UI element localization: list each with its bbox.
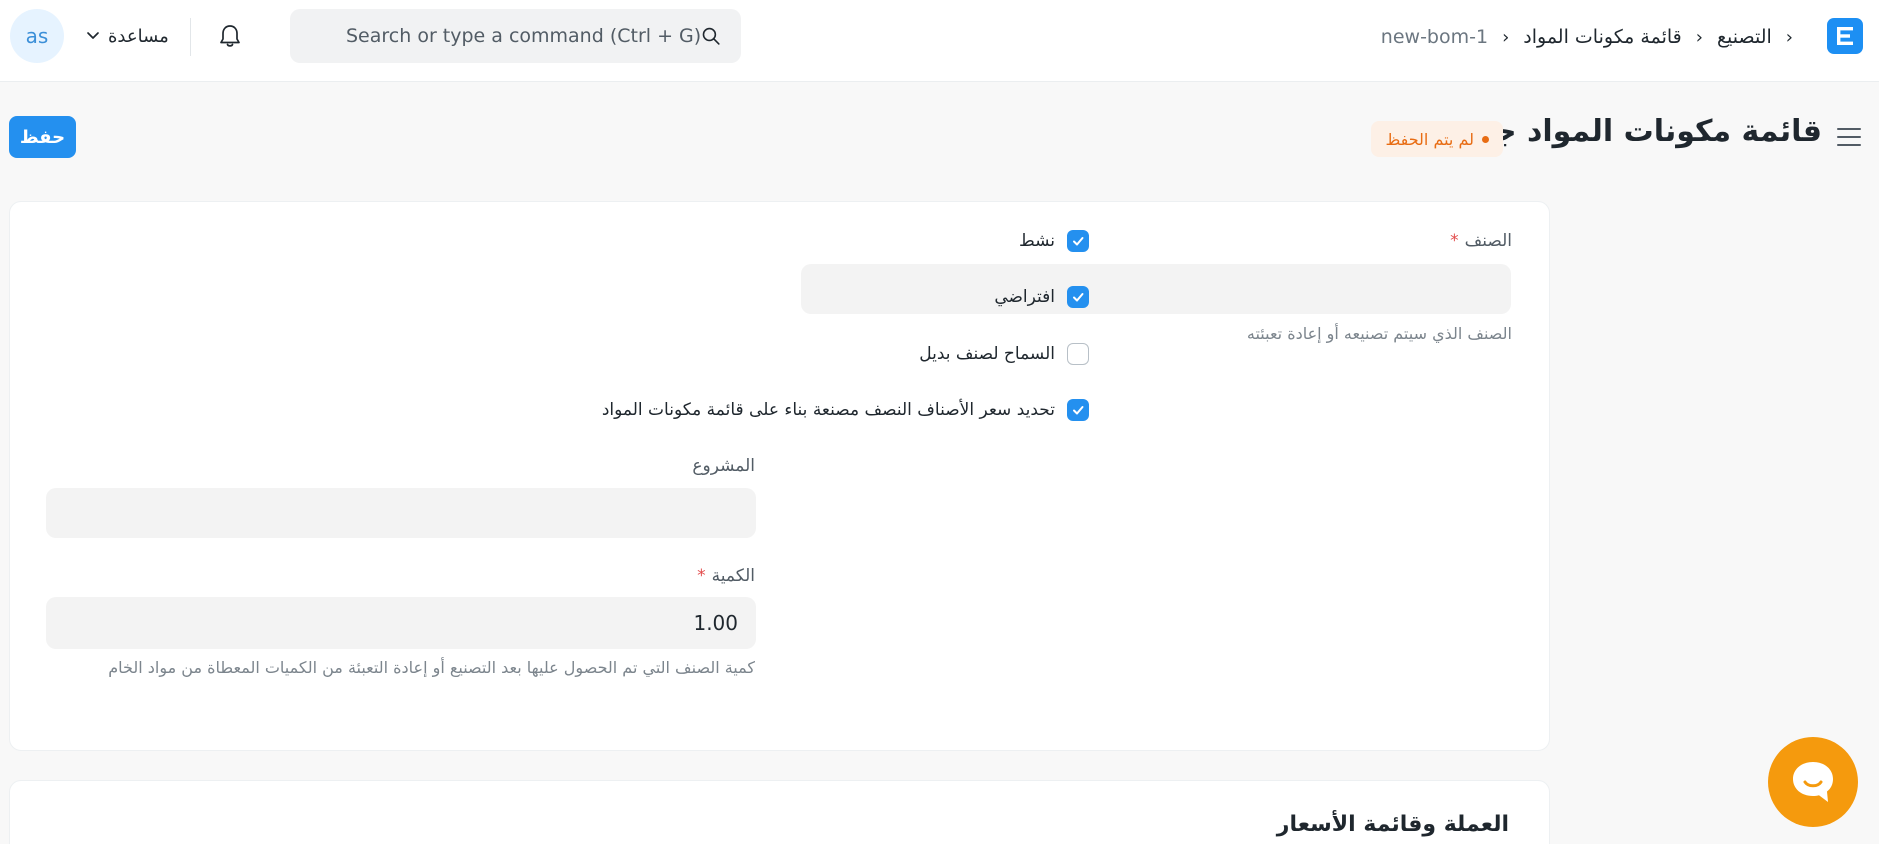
save-button[interactable]: حفظ xyxy=(9,116,76,158)
checkbox-row-active[interactable]: نشط xyxy=(1019,228,1089,254)
checkbox-row-default[interactable]: افتراضي xyxy=(994,284,1089,310)
item-field-description: الصنف الذي سيتم تصنيعه أو إعادة تعبئته xyxy=(1246,324,1512,343)
check-icon xyxy=(1073,237,1084,246)
item-field-label: الصنف* xyxy=(1450,231,1512,251)
default-checkbox-label: افتراضي xyxy=(994,287,1055,307)
quantity-field-label: الكمية* xyxy=(697,566,755,586)
checkbox-row-allow-alternative[interactable]: السماح لصنف بديل xyxy=(919,341,1089,367)
status-dot-icon xyxy=(1482,135,1489,143)
app-logo-icon[interactable] xyxy=(1827,18,1863,54)
project-field-label: المشروع xyxy=(692,456,755,476)
check-icon xyxy=(1073,293,1084,302)
item-label-text: الصنف xyxy=(1464,231,1512,251)
navbar-divider xyxy=(190,18,191,56)
breadcrumb-item-bom-list[interactable]: قائمة مكونات المواد xyxy=(1523,26,1681,48)
help-label: مساعدة xyxy=(108,25,169,47)
help-dropdown[interactable]: مساعدة xyxy=(86,20,169,52)
navbar: › التصنيع › قائمة مكونات المواد › new-bo… xyxy=(0,0,1879,82)
checkbox-row-set-rate[interactable]: تحديد سعر الأصناف النصف مصنعة بناء على ق… xyxy=(602,397,1089,423)
project-field[interactable] xyxy=(46,488,756,538)
quantity-label-text: الكمية xyxy=(711,566,755,586)
required-mark: * xyxy=(1450,231,1459,251)
quantity-field-description: كمية الصنف التي تم الحصول عليها بعد التص… xyxy=(108,658,755,677)
chevron-down-icon xyxy=(87,32,99,39)
set-rate-checkbox-label: تحديد سعر الأصناف النصف مصنعة بناء على ق… xyxy=(601,400,1055,420)
search-bar[interactable]: Search or type a command (Ctrl + G) xyxy=(290,9,741,63)
breadcrumb-item-current: new-bom-1 xyxy=(1380,26,1489,48)
search-icon xyxy=(702,27,720,45)
chat-bubble-icon xyxy=(1793,762,1833,802)
breadcrumb-item-manufacturing[interactable]: التصنيع xyxy=(1717,26,1772,48)
section-title-currency-price-list[interactable]: العملة وقائمة الأسعار xyxy=(1277,812,1509,837)
allow-alternative-item-checkbox[interactable] xyxy=(1067,343,1089,365)
search-input[interactable]: Search or type a command (Ctrl + G) xyxy=(346,25,701,47)
chat-button[interactable] xyxy=(1768,737,1858,827)
notifications-bell-icon[interactable] xyxy=(216,21,244,51)
breadcrumb-separator-icon: › xyxy=(1695,26,1703,48)
breadcrumb: › التصنيع › قائمة مكونات المواد › new-bo… xyxy=(1381,22,1807,52)
check-icon xyxy=(1073,406,1084,415)
avatar[interactable]: as xyxy=(10,9,64,63)
active-checkbox-label: نشط xyxy=(1018,231,1055,251)
status-label: لم يتم الحفظ xyxy=(1385,129,1474,149)
allow-alternative-item-label: السماح لصنف بديل xyxy=(919,344,1055,364)
breadcrumb-separator-icon: › xyxy=(1502,26,1510,48)
sidebar-toggle-icon[interactable] xyxy=(1835,124,1863,150)
required-mark: * xyxy=(697,566,706,586)
item-field[interactable] xyxy=(801,264,1511,314)
status-badge: لم يتم الحفظ xyxy=(1371,121,1503,157)
default-checkbox[interactable] xyxy=(1067,286,1089,308)
breadcrumb-separator-icon: › xyxy=(1785,26,1793,48)
active-checkbox[interactable] xyxy=(1067,230,1089,252)
quantity-field[interactable]: 1.00 xyxy=(46,597,756,649)
set-rate-checkbox[interactable] xyxy=(1067,399,1089,421)
page-title: قائمة مكونات المواد جديد xyxy=(1448,114,1822,149)
